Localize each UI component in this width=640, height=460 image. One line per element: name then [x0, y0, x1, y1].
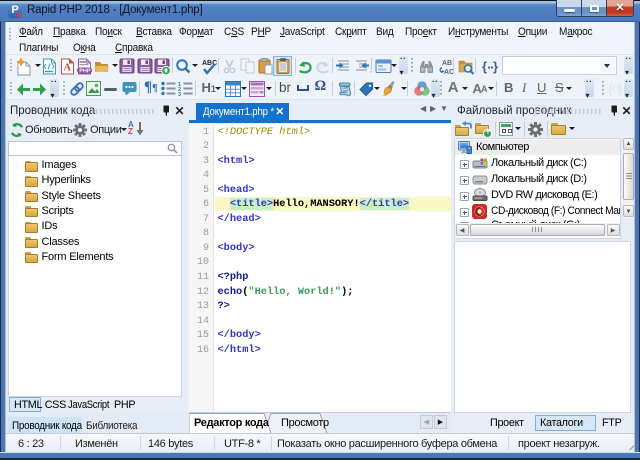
svg-text:ABC: ABC	[202, 60, 217, 67]
svg-text:PHP: PHP	[79, 68, 91, 74]
svg-text:3: 3	[178, 92, 181, 96]
svg-text:A: A	[63, 61, 71, 73]
svg-text:{: {	[608, 82, 613, 96]
svg-text:AB: AB	[442, 60, 452, 67]
svg-text:}: }	[493, 59, 498, 74]
svg-text:{: {	[482, 59, 487, 74]
